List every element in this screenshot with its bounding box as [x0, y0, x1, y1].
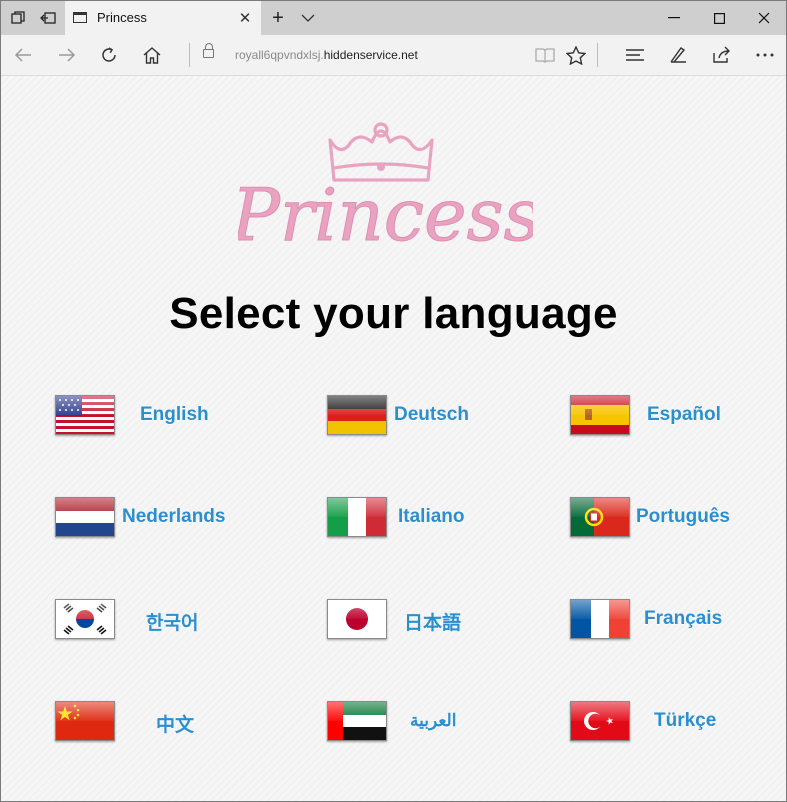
language-label[interactable]: English: [140, 404, 209, 426]
language-label[interactable]: Türkçe: [654, 710, 716, 732]
page-favicon-icon: [73, 12, 87, 23]
close-window-icon[interactable]: [741, 1, 786, 35]
pen-note-icon[interactable]: [658, 35, 698, 75]
uae-flag-icon: [327, 701, 387, 741]
page-content: Princess Select your language English De…: [1, 76, 786, 801]
tab-princess[interactable]: Princess ✕: [65, 1, 261, 35]
refresh-icon[interactable]: [89, 35, 129, 75]
language-option-korean[interactable]: 한국어: [55, 599, 255, 643]
toolbar-divider: [597, 43, 598, 67]
language-option-francais[interactable]: Français: [570, 599, 770, 643]
language-option-arabic[interactable]: العربية: [327, 701, 527, 745]
new-tab-icon[interactable]: +: [263, 1, 293, 35]
south-korea-flag-icon: [55, 599, 115, 639]
language-label[interactable]: 한국어: [146, 608, 198, 635]
hub-menu-icon[interactable]: [615, 35, 655, 75]
language-label[interactable]: Français: [644, 608, 722, 630]
home-icon[interactable]: [132, 35, 172, 75]
minimize-icon[interactable]: [651, 1, 697, 35]
forward-arrow-icon[interactable]: [47, 35, 87, 75]
navigation-bar: royall6qpvndxlsj.hiddenservice.net: [1, 35, 786, 76]
language-label[interactable]: Español: [647, 404, 721, 426]
language-label[interactable]: 中文: [156, 710, 194, 737]
more-options-icon[interactable]: [745, 35, 785, 75]
germany-flag-icon: [327, 395, 387, 435]
language-label[interactable]: Deutsch: [394, 404, 469, 426]
language-option-turkce[interactable]: Türkçe: [570, 701, 770, 745]
portugal-flag-icon: [570, 497, 630, 537]
france-flag-icon: [570, 599, 630, 639]
language-option-chinese[interactable]: 中文: [55, 701, 255, 745]
toolbar-divider: [189, 43, 190, 67]
us-flag-icon: [55, 395, 115, 435]
close-tab-icon[interactable]: ✕: [235, 8, 255, 28]
italy-flag-icon: [327, 497, 387, 537]
tab-title: Princess: [97, 10, 147, 25]
set-aside-tabs-icon[interactable]: [33, 1, 63, 35]
language-label[interactable]: Nederlands: [122, 506, 225, 528]
language-label[interactable]: Italiano: [398, 506, 465, 528]
url-host: hiddenservice.net: [323, 48, 418, 62]
browser-window: Princess ✕ + royall6qpvndxlsj.hiddenserv…: [0, 0, 787, 802]
spain-flag-icon: [570, 395, 630, 435]
share-icon[interactable]: [701, 35, 741, 75]
logo-text: Princess: [238, 173, 533, 255]
language-label[interactable]: العربية: [410, 711, 456, 731]
china-flag-icon: [55, 701, 115, 741]
princess-logo: Princess: [238, 122, 533, 255]
language-option-nederlands[interactable]: Nederlands: [55, 497, 255, 541]
url-prefix: royall6qpvndxlsj.: [235, 48, 324, 62]
language-label[interactable]: 日本語: [404, 608, 461, 635]
back-arrow-icon[interactable]: [3, 35, 43, 75]
page-title: Select your language: [169, 289, 618, 338]
netherlands-flag-icon: [55, 497, 115, 537]
language-label[interactable]: Português: [636, 506, 730, 528]
language-option-english[interactable]: English: [55, 395, 255, 439]
language-option-portugues[interactable]: Português: [570, 497, 780, 541]
turkey-flag-icon: [570, 701, 630, 741]
tab-manager-icon[interactable]: [3, 1, 33, 35]
language-option-italiano[interactable]: Italiano: [327, 497, 527, 541]
url-text[interactable]: royall6qpvndxlsj.hiddenservice.net: [235, 48, 418, 62]
japan-flag-icon: [327, 599, 387, 639]
chevron-down-icon[interactable]: [293, 1, 323, 35]
maximize-icon[interactable]: [696, 1, 742, 35]
language-option-japanese[interactable]: 日本語: [327, 599, 527, 643]
favorite-star-icon[interactable]: [556, 35, 596, 75]
address-bar[interactable]: royall6qpvndxlsj.hiddenservice.net: [197, 39, 527, 71]
language-option-deutsch[interactable]: Deutsch: [327, 395, 527, 439]
tab-strip: Princess ✕ +: [1, 1, 786, 35]
language-option-espanol[interactable]: Español: [570, 395, 770, 439]
lock-icon: [203, 43, 214, 58]
